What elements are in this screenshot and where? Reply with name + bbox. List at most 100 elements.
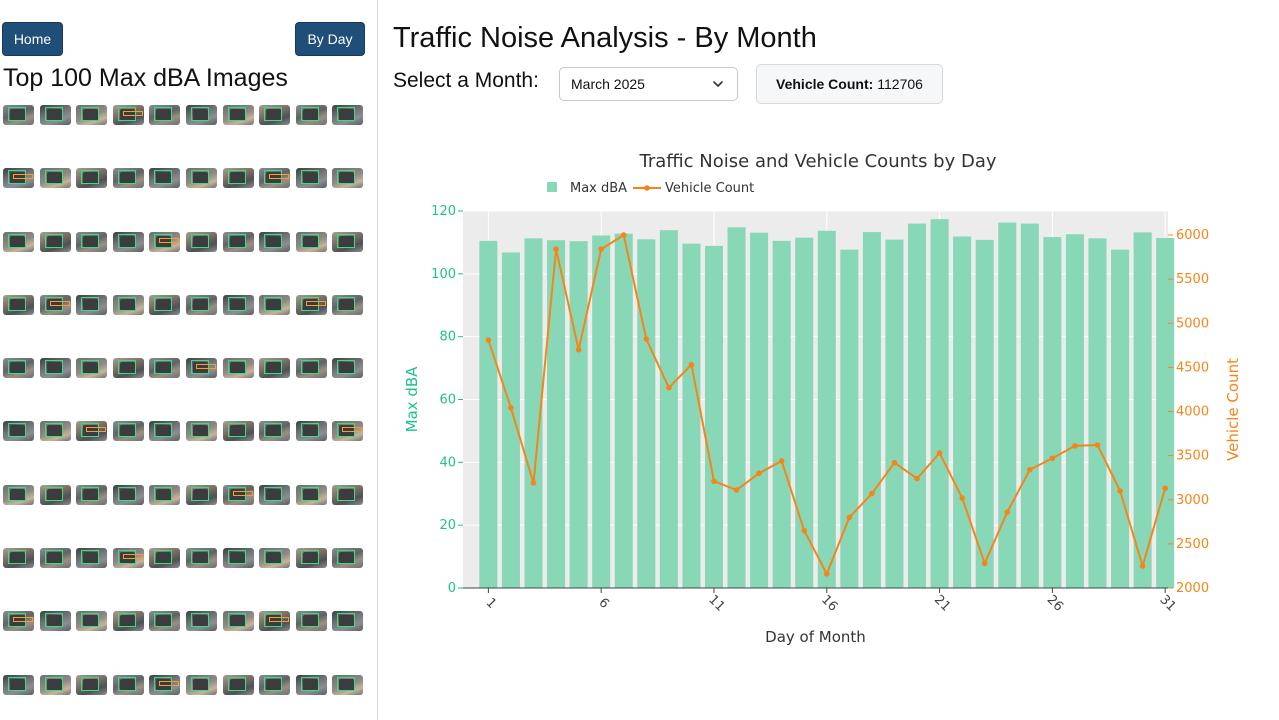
vehicle-image-thumbnail[interactable]	[332, 294, 364, 315]
vehicle-image-thumbnail[interactable]	[76, 168, 108, 189]
vehicle-image-thumbnail[interactable]	[39, 674, 71, 695]
vehicle-image-thumbnail[interactable]	[39, 611, 71, 632]
vehicle-image-thumbnail[interactable]	[259, 611, 291, 632]
vehicle-image-thumbnail[interactable]	[3, 421, 34, 442]
vehicle-image-thumbnail[interactable]	[259, 421, 291, 442]
vehicle-image-thumbnail[interactable]	[76, 421, 108, 442]
vehicle-image-thumbnail[interactable]	[185, 484, 217, 505]
vehicle-image-thumbnail[interactable]	[332, 611, 364, 632]
vehicle-image-thumbnail[interactable]	[295, 674, 327, 695]
vehicle-image-thumbnail[interactable]	[332, 168, 364, 189]
vehicle-image-thumbnail[interactable]	[222, 674, 254, 695]
vehicle-image-thumbnail[interactable]	[3, 611, 34, 632]
vehicle-image-thumbnail[interactable]	[76, 231, 108, 252]
vehicle-image-thumbnail[interactable]	[149, 611, 181, 632]
vehicle-image-thumbnail[interactable]	[39, 105, 71, 125]
vehicle-image-thumbnail[interactable]	[332, 358, 364, 379]
vehicle-image-thumbnail[interactable]	[222, 231, 254, 252]
vehicle-image-thumbnail[interactable]	[185, 358, 217, 379]
vehicle-image-thumbnail[interactable]	[76, 105, 108, 125]
vehicle-image-thumbnail[interactable]	[112, 484, 144, 505]
vehicle-image-thumbnail[interactable]	[112, 421, 144, 442]
vehicle-image-thumbnail[interactable]	[295, 168, 327, 189]
vehicle-image-thumbnail[interactable]	[222, 358, 254, 379]
vehicle-image-thumbnail[interactable]	[185, 231, 217, 252]
vehicle-image-thumbnail[interactable]	[259, 231, 291, 252]
vehicle-image-thumbnail[interactable]	[149, 421, 181, 442]
vehicle-image-thumbnail[interactable]	[222, 484, 254, 505]
vehicle-image-thumbnail[interactable]	[185, 421, 217, 442]
vehicle-image-thumbnail[interactable]	[295, 231, 327, 252]
vehicle-image-thumbnail[interactable]	[222, 421, 254, 442]
month-select[interactable]: March 2025	[559, 67, 738, 101]
vehicle-image-thumbnail[interactable]	[149, 484, 181, 505]
vehicle-image-thumbnail[interactable]	[3, 548, 34, 569]
vehicle-image-thumbnail[interactable]	[222, 294, 254, 315]
vehicle-image-thumbnail[interactable]	[149, 168, 181, 189]
vehicle-image-thumbnail[interactable]	[259, 484, 291, 505]
vehicle-image-thumbnail[interactable]	[39, 231, 71, 252]
vehicle-image-thumbnail[interactable]	[259, 674, 291, 695]
vehicle-image-thumbnail[interactable]	[39, 548, 71, 569]
vehicle-image-thumbnail[interactable]	[112, 105, 144, 125]
vehicle-image-thumbnail[interactable]	[222, 548, 254, 569]
vehicle-image-thumbnail[interactable]	[76, 358, 108, 379]
vehicle-image-thumbnail[interactable]	[3, 105, 34, 125]
vehicle-image-thumbnail[interactable]	[259, 168, 291, 189]
vehicle-image-thumbnail[interactable]	[332, 231, 364, 252]
vehicle-image-thumbnail[interactable]	[3, 231, 34, 252]
vehicle-image-thumbnail[interactable]	[295, 484, 327, 505]
vehicle-image-thumbnail[interactable]	[39, 168, 71, 189]
vehicle-image-thumbnail[interactable]	[112, 548, 144, 569]
vehicle-image-thumbnail[interactable]	[185, 674, 217, 695]
by-day-button[interactable]: By Day	[295, 22, 365, 56]
vehicle-image-thumbnail[interactable]	[39, 358, 71, 379]
vehicle-image-thumbnail[interactable]	[222, 168, 254, 189]
vehicle-image-thumbnail[interactable]	[185, 548, 217, 569]
vehicle-image-thumbnail[interactable]	[185, 294, 217, 315]
vehicle-image-thumbnail[interactable]	[39, 294, 71, 315]
vehicle-image-thumbnail[interactable]	[332, 484, 364, 505]
vehicle-image-thumbnail[interactable]	[3, 294, 34, 315]
vehicle-image-thumbnail[interactable]	[3, 358, 34, 379]
vehicle-image-thumbnail[interactable]	[332, 421, 364, 442]
vehicle-image-thumbnail[interactable]	[112, 168, 144, 189]
vehicle-image-thumbnail[interactable]	[149, 358, 181, 379]
vehicle-image-thumbnail[interactable]	[295, 611, 327, 632]
vehicle-image-thumbnail[interactable]	[185, 105, 217, 125]
vehicle-image-thumbnail[interactable]	[112, 358, 144, 379]
vehicle-image-thumbnail[interactable]	[185, 168, 217, 189]
vehicle-image-thumbnail[interactable]	[295, 294, 327, 315]
vehicle-image-thumbnail[interactable]	[76, 294, 108, 315]
home-button[interactable]: Home	[2, 22, 63, 56]
vehicle-image-thumbnail[interactable]	[112, 674, 144, 695]
vehicle-image-thumbnail[interactable]	[149, 105, 181, 125]
vehicle-image-thumbnail[interactable]	[259, 105, 291, 125]
vehicle-image-thumbnail[interactable]	[295, 421, 327, 442]
vehicle-image-thumbnail[interactable]	[39, 484, 71, 505]
vehicle-image-thumbnail[interactable]	[295, 358, 327, 379]
vehicle-image-thumbnail[interactable]	[3, 484, 34, 505]
vehicle-image-thumbnail[interactable]	[222, 105, 254, 125]
vehicle-image-thumbnail[interactable]	[259, 294, 291, 315]
vehicle-image-thumbnail[interactable]	[39, 421, 71, 442]
vehicle-image-thumbnail[interactable]	[112, 611, 144, 632]
vehicle-image-thumbnail[interactable]	[259, 548, 291, 569]
vehicle-image-thumbnail[interactable]	[149, 294, 181, 315]
vehicle-image-thumbnail[interactable]	[3, 168, 34, 189]
vehicle-image-thumbnail[interactable]	[149, 674, 181, 695]
vehicle-image-thumbnail[interactable]	[112, 231, 144, 252]
vehicle-image-thumbnail[interactable]	[332, 105, 364, 125]
vehicle-image-thumbnail[interactable]	[222, 611, 254, 632]
vehicle-image-thumbnail[interactable]	[112, 294, 144, 315]
vehicle-image-thumbnail[interactable]	[332, 548, 364, 569]
vehicle-image-thumbnail[interactable]	[149, 548, 181, 569]
vehicle-image-thumbnail[interactable]	[332, 674, 364, 695]
vehicle-image-thumbnail[interactable]	[149, 231, 181, 252]
vehicle-image-thumbnail[interactable]	[259, 358, 291, 379]
vehicle-image-thumbnail[interactable]	[76, 484, 108, 505]
vehicle-image-thumbnail[interactable]	[76, 611, 108, 632]
vehicle-image-thumbnail[interactable]	[295, 105, 327, 125]
vehicle-image-thumbnail[interactable]	[295, 548, 327, 569]
vehicle-image-thumbnail[interactable]	[76, 548, 108, 569]
